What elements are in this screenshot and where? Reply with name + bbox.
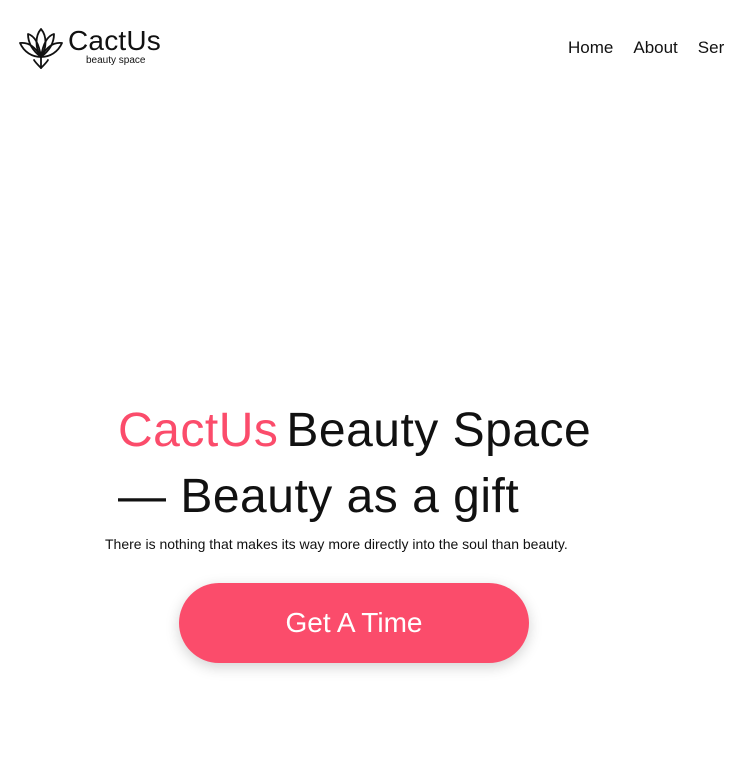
nav-about-link[interactable]: About	[633, 38, 677, 58]
hero-subtitle: There is nothing that makes its way more…	[105, 536, 568, 552]
hero-title: CactUs Beauty Space — Beauty as a gift	[118, 398, 618, 530]
main-navigation: Home About Ser	[568, 38, 731, 58]
nav-home-link[interactable]: Home	[568, 38, 613, 58]
nav-services-link[interactable]: Ser	[698, 38, 724, 58]
site-header: CactUs beauty space Home About Ser	[0, 0, 731, 90]
logo-text: CactUs beauty space	[68, 24, 168, 68]
lotus-icon	[19, 28, 63, 69]
logo-name: CactUs	[68, 25, 161, 56]
hero-brand-name: CactUs	[118, 404, 279, 457]
get-a-time-button[interactable]: Get A Time	[179, 583, 529, 663]
brand-logo[interactable]: CactUs beauty space	[18, 24, 168, 70]
logo-tagline: beauty space	[86, 55, 146, 66]
page: CactUs beauty space Home About Ser CactU…	[0, 0, 731, 766]
